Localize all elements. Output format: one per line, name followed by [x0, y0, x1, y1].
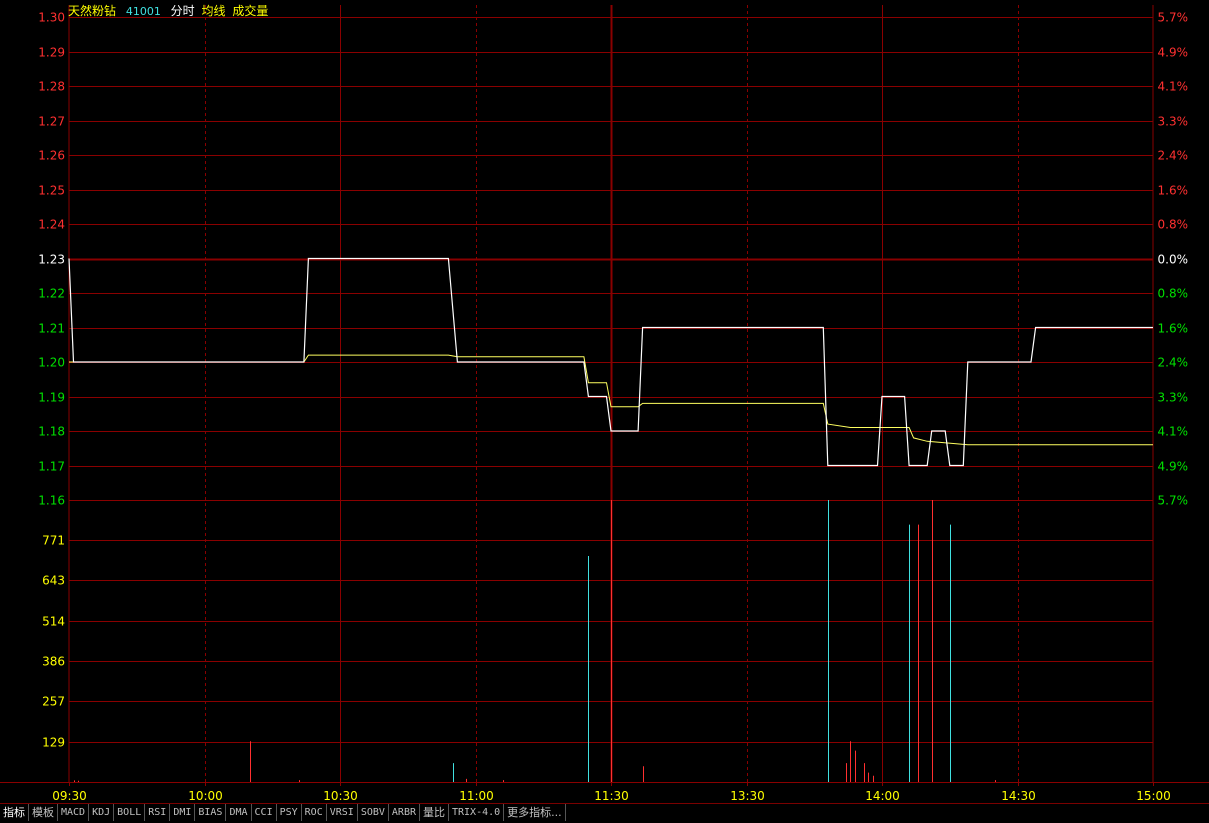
tab-roc[interactable]: ROC: [302, 804, 327, 821]
tab-rsi[interactable]: RSI: [145, 804, 171, 821]
tab-macd[interactable]: MACD: [58, 804, 90, 821]
volume-tick-label: 771: [42, 534, 65, 548]
price-tick-label: 1.17: [38, 460, 65, 474]
tab-dmi[interactable]: DMI: [170, 804, 196, 821]
price-tick-label: 1.28: [38, 80, 65, 94]
price-tick-label: 1.26: [38, 149, 65, 163]
percent-tick-label: 5.7%: [1158, 11, 1189, 25]
percent-tick-label: 0.0%: [1158, 253, 1189, 267]
tab-sobv[interactable]: SOBV: [358, 804, 389, 821]
percent-tick-label: 1.6%: [1158, 184, 1189, 198]
price-tick-label: 1.21: [38, 322, 65, 336]
price-tick-label: 1.18: [38, 425, 65, 439]
percent-tick-label: 1.6%: [1158, 322, 1189, 336]
average-line-label: 均线: [201, 4, 226, 18]
percent-tick-label: 0.8%: [1158, 287, 1189, 301]
volume-tick-label: 257: [42, 695, 65, 709]
price-tick-label: 1.29: [38, 46, 65, 60]
time-tick-label: 11:30: [594, 789, 629, 803]
tab-dma[interactable]: DMA: [226, 804, 252, 821]
price-tick-label: 1.27: [38, 115, 65, 129]
percent-tick-label: 0.8%: [1158, 218, 1189, 232]
time-tick-label: 11:00: [459, 789, 494, 803]
tab-指标[interactable]: 指标: [0, 804, 29, 821]
percent-tick-label: 4.1%: [1158, 425, 1189, 439]
percent-tick-label: 4.1%: [1158, 80, 1189, 94]
intraday-chart[interactable]: 1.30 5.7% 1.29 4.9% 1.28 4.1% 1.27 3.3% 1.26 2.4%…: [0, 0, 1209, 803]
indicator-tab-bar: 指标 模板 MACD KDJ BOLL RSI DMI BIAS DMA CCI PSY ROC VRS…: [0, 803, 1209, 823]
price-tick-label: 1.30: [38, 11, 65, 25]
stock-code: 41001: [125, 5, 161, 18]
price-tick-label: 1.24: [38, 218, 65, 232]
tab-更多指标[interactable]: 更多指标...: [504, 804, 566, 821]
percent-tick-label: 2.4%: [1158, 356, 1189, 370]
tab-arbr[interactable]: ARBR: [389, 804, 420, 821]
percent-tick-label: 2.4%: [1158, 149, 1189, 163]
price-tick-label: 1.22: [38, 287, 65, 301]
tab-bias[interactable]: BIAS: [195, 804, 227, 821]
time-tick-label: 09:30: [52, 789, 87, 803]
tab-cci[interactable]: CCI: [252, 804, 277, 821]
chart-mode-label: 分时: [170, 4, 195, 18]
tab-模板[interactable]: 模板: [29, 804, 58, 821]
volume-tick-label: 386: [42, 655, 65, 669]
volume-tick-label: 514: [42, 615, 65, 629]
tab-vrsi[interactable]: VRSI: [327, 804, 358, 821]
tab-量比[interactable]: 量比: [420, 804, 449, 821]
time-tick-label: 14:30: [1001, 789, 1036, 803]
percent-tick-label: 5.7%: [1158, 494, 1189, 508]
tab-boll[interactable]: BOLL: [114, 804, 146, 821]
volume-tick-label: 129: [42, 736, 65, 750]
tab-kdj[interactable]: KDJ: [89, 804, 115, 821]
time-tick-label: 15:00: [1136, 789, 1171, 803]
tab-trix-4-0[interactable]: TRIX-4.0: [449, 804, 505, 821]
price-tick-label: 1.19: [38, 391, 65, 405]
time-tick-label: 14:00: [865, 789, 900, 803]
time-tick-label: 10:00: [188, 789, 223, 803]
time-tick-label: 10:30: [323, 789, 358, 803]
percent-tick-label: 3.3%: [1158, 391, 1189, 405]
stock-name: 天然粉钻: [68, 4, 117, 18]
price-tick-label: 1.23: [38, 253, 65, 267]
percent-tick-label: 3.3%: [1158, 115, 1189, 129]
percent-tick-label: 4.9%: [1158, 46, 1189, 60]
price-tick-label: 1.25: [38, 184, 65, 198]
volume-label: 成交量: [232, 4, 269, 18]
time-tick-label: 13:30: [730, 789, 765, 803]
chart-header: 天然粉钻 41001 分时 均线 成交量: [68, 2, 274, 19]
volume-tick-label: 643: [42, 574, 65, 588]
tab-psy[interactable]: PSY: [277, 804, 302, 821]
price-tick-label: 1.20: [38, 356, 65, 370]
percent-tick-label: 4.9%: [1158, 460, 1189, 474]
price-tick-label: 1.16: [38, 494, 65, 508]
